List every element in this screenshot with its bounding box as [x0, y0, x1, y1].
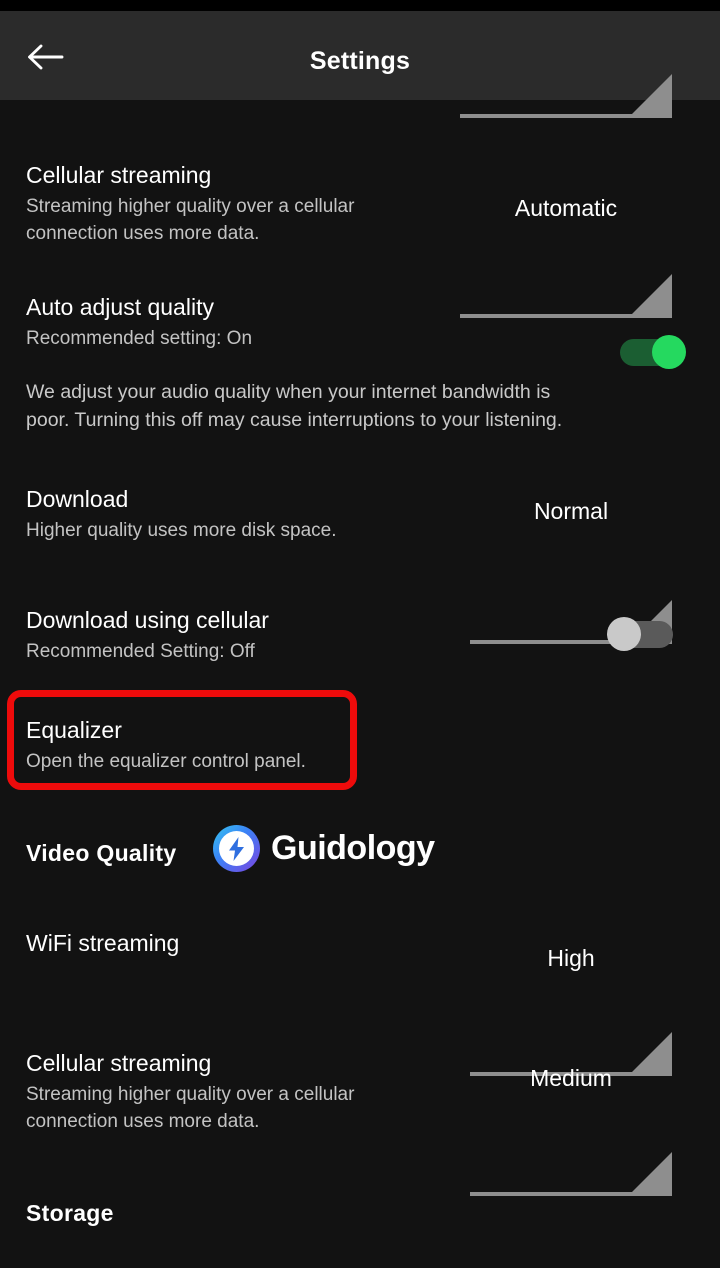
section-title: Storage	[26, 1200, 114, 1226]
row-title: Download	[26, 486, 129, 512]
row-text-block: WiFi streaming	[26, 928, 446, 958]
row-subtitle-line1: Streaming higher quality over a cellular	[26, 1084, 355, 1105]
row-title: Download using cellular	[26, 607, 269, 633]
spinner-partial-above[interactable]	[460, 72, 672, 118]
row-title: Equalizer	[26, 717, 122, 743]
row-title: Cellular streaming	[26, 1050, 212, 1076]
row-text-block: Download using cellular Recommended Sett…	[26, 605, 446, 665]
row-subtitle: Open the equalizer control panel.	[26, 751, 306, 772]
toggle-thumb	[652, 335, 686, 369]
lightning-bolt-circle-icon	[213, 825, 260, 872]
row-subtitle-line2: connection uses more data.	[26, 1111, 260, 1132]
spinner-value: Medium	[530, 1065, 612, 1091]
note-line1: We adjust your audio quality when your i…	[26, 381, 551, 403]
row-text-block: Cellular streaming Streaming higher qual…	[26, 1048, 446, 1135]
spinner-value: Normal	[533, 498, 609, 524]
row-subtitle: Recommended setting: On	[26, 328, 253, 349]
spinner-wifi-streaming[interactable]: High	[470, 943, 672, 1076]
toggle-thumb	[607, 617, 641, 651]
spinner-value: Automatic	[514, 195, 618, 221]
row-title: Cellular streaming	[26, 162, 212, 188]
toggle-download-using-cellular[interactable]	[607, 617, 679, 651]
row-text-block: Auto adjust quality Recommended setting:…	[26, 292, 446, 352]
watermark-brand: Guidology	[271, 829, 435, 867]
row-subtitle: Higher quality uses more disk space.	[26, 520, 337, 541]
spinner-dropdown-triangle-icon	[628, 274, 672, 318]
row-text-block: Storage	[26, 1200, 446, 1227]
row-subtitle-line1: Streaming higher quality over a cellular	[26, 196, 355, 217]
spinner-value: High	[547, 945, 595, 971]
spinner-cellular-streaming-audio[interactable]: Automatic	[460, 193, 672, 318]
settings-list[interactable]: Cellular streaming Streaming higher qual…	[0, 74, 720, 1268]
guidology-watermark: Guidology	[213, 825, 435, 872]
app-screen: Settings Cellular streaming Streaming hi…	[0, 0, 720, 1268]
row-subtitle: Recommended Setting: Off	[26, 641, 255, 662]
row-subtitle-line2: connection uses more data.	[26, 223, 260, 244]
spinner-dropdown-triangle-icon	[628, 74, 672, 118]
bolt-glyph	[229, 836, 244, 861]
row-title: Auto adjust quality	[26, 294, 214, 320]
spinner-cellular-streaming-video[interactable]: Medium	[470, 1063, 672, 1196]
row-text-block: Download Higher quality uses more disk s…	[26, 484, 446, 544]
toggle-auto-adjust-quality[interactable]	[614, 335, 686, 369]
note-line2: poor. Turning this off may cause interru…	[26, 409, 563, 431]
status-bar-strip	[0, 0, 720, 11]
row-title: WiFi streaming	[26, 930, 180, 956]
spinner-dropdown-triangle-icon	[628, 1152, 672, 1196]
logo-inner-circle	[219, 831, 254, 866]
row-text-block: Cellular streaming Streaming higher qual…	[26, 160, 446, 247]
auto-adjust-quality-note: We adjust your audio quality when your i…	[26, 378, 616, 434]
row-text-block: Equalizer Open the equalizer control pan…	[26, 715, 446, 775]
